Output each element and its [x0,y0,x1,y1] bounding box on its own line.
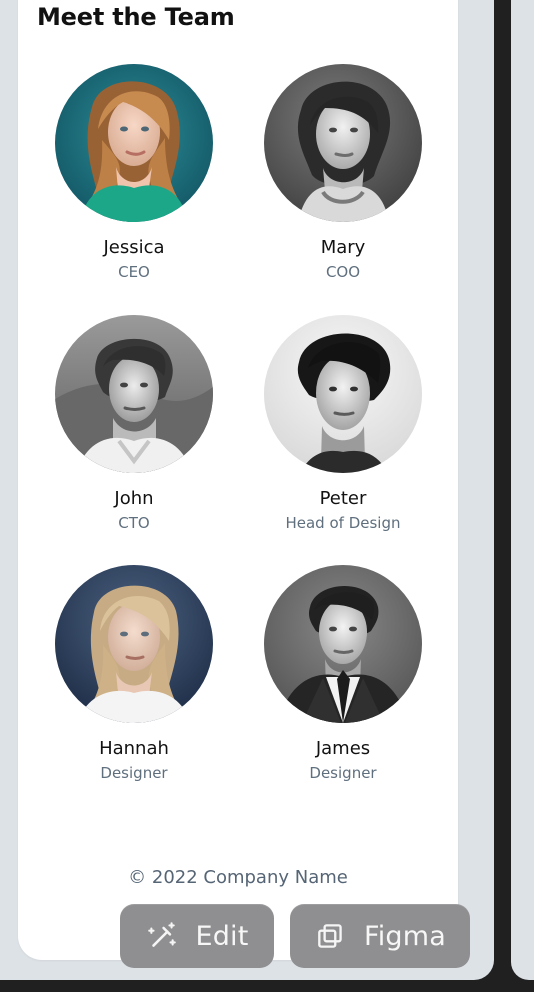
member-name: Mary [320,237,366,258]
team-member-jessica: Jessica CEO [29,64,239,282]
app-canvas: Meet the Team Jessica CEO Mary COO John … [0,0,534,992]
edit-button[interactable]: Edit [120,904,274,968]
edit-button-label: Edit [195,920,249,952]
member-name: Peter [319,488,367,509]
copy-frame-icon [314,919,348,953]
avatar-mary [264,64,422,222]
member-name: Hannah [99,738,169,759]
team-member-peter: Peter Head of Design [238,315,448,533]
avatar-jessica [55,64,213,222]
avatar-john [55,315,213,473]
team-member-john: John CTO [29,315,239,533]
avatar-peter [264,315,422,473]
avatar-hannah [55,565,213,723]
member-role: COO [325,263,361,281]
member-role: Designer [309,764,377,782]
member-name: John [114,488,154,509]
member-name: Jessica [103,237,165,258]
member-name: James [315,738,371,759]
team-member-hannah: Hannah Designer [29,565,239,783]
copyright-footer: © 2022 Company Name [128,867,348,888]
member-role: CTO [118,514,150,532]
right-panel-edge [511,0,534,980]
member-role: Head of Design [285,514,401,532]
figma-button-label: Figma [363,920,447,952]
member-role: Designer [100,764,168,782]
magic-wand-icon [145,919,179,953]
figma-button[interactable]: Figma [290,904,470,968]
team-member-james: James Designer [238,565,448,783]
member-role: CEO [118,263,150,281]
team-member-mary: Mary COO [238,64,448,282]
avatar-james [264,565,422,723]
page-title: Meet the Team [37,3,235,31]
